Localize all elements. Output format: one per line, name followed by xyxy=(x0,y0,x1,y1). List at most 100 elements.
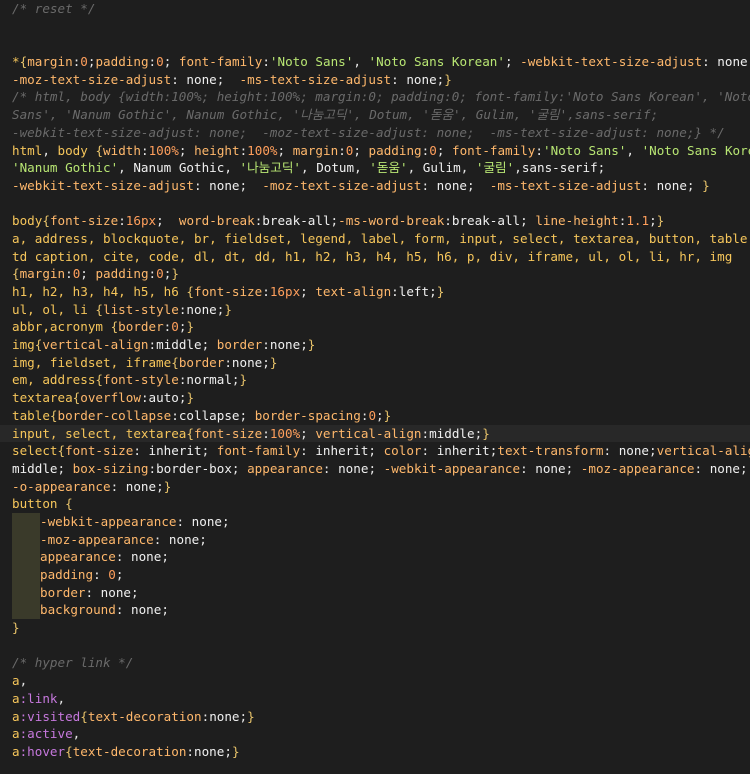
code-line[interactable]: abbr,acronym {border:0;} xyxy=(12,318,750,336)
code-token: ; xyxy=(520,213,536,229)
code-line[interactable]: button { xyxy=(12,495,750,513)
code-token: : xyxy=(148,337,157,353)
code-line[interactable]: select{font-size: inherit; font-family: … xyxy=(12,442,750,460)
code-line[interactable]: ul, ol, li {list-style:none;} xyxy=(12,301,750,319)
code-line[interactable]: td caption, cite, code, dl, dt, dd, h1, … xyxy=(12,248,750,266)
code-token: 100% xyxy=(247,142,278,158)
code-token: body xyxy=(57,142,88,158)
code-token: , xyxy=(460,160,476,176)
code-token: inherit xyxy=(436,443,490,459)
code-line[interactable]: -webkit-text-size-adjust: none; -moz-tex… xyxy=(12,124,750,142)
code-token: ; xyxy=(161,549,169,565)
code-token: ; xyxy=(178,142,195,158)
code-token: ; xyxy=(239,407,255,423)
code-token: '굴림' xyxy=(475,160,515,176)
code-token: padding xyxy=(40,567,94,582)
code-line[interactable]: -moz-appearance: none; xyxy=(12,530,750,549)
code-token: font-family xyxy=(216,443,301,459)
code-line[interactable]: 'Nanum Gothic', Nanum Gothic, '나눔고딕', Do… xyxy=(12,159,750,177)
code-token: overflow xyxy=(80,390,141,406)
code-token: { xyxy=(95,301,103,317)
code-token: break-all xyxy=(262,213,331,229)
code-line[interactable]: {margin:0; padding:0;} xyxy=(12,265,750,283)
code-token: appearance xyxy=(247,460,323,476)
code-line[interactable]: body{font-size:16px; word-break:break-al… xyxy=(12,212,750,230)
code-line[interactable]: padding: 0; xyxy=(12,566,750,584)
code-line[interactable]: /* hyper link */ xyxy=(12,654,750,672)
code-line[interactable]: a:visited{text-decoration:none;} xyxy=(12,708,750,726)
code-line[interactable]: background: none; xyxy=(12,601,750,620)
code-token: ; xyxy=(216,71,240,87)
code-token: } xyxy=(186,319,195,335)
code-token: ; xyxy=(163,54,179,70)
code-token: margin xyxy=(292,142,339,158)
code-token: none xyxy=(535,460,566,476)
code-line[interactable]: img{vertical-align:middle; border:none;} xyxy=(12,336,750,354)
code-line[interactable]: a, address, blockquote, br, fieldset, le… xyxy=(12,230,750,248)
code-line[interactable]: -o-appearance: none;} xyxy=(12,478,750,496)
code-line[interactable] xyxy=(12,35,750,53)
code-line[interactable]: appearance: none; xyxy=(12,548,750,566)
code-token: table xyxy=(12,407,50,423)
code-token: background xyxy=(40,602,116,618)
code-token: ; xyxy=(115,567,124,582)
code-line[interactable]: a:link, xyxy=(12,690,750,708)
code-token: ; xyxy=(277,142,293,158)
code-token: padding xyxy=(95,266,149,282)
code-line[interactable]: table{border-collapse:collapse; border-s… xyxy=(12,407,750,425)
code-token: : xyxy=(641,177,657,193)
code-token: ; xyxy=(504,54,521,70)
code-token: vertical-align xyxy=(656,443,750,459)
code-line[interactable] xyxy=(12,18,750,36)
code-token: ; xyxy=(565,460,581,476)
code-line[interactable]: -moz-text-size-adjust: none; -ms-text-si… xyxy=(12,71,750,89)
code-line[interactable]: em, address{font-style:normal;} xyxy=(12,371,750,389)
code-line[interactable]: /* html, body {width:100%; height:100%; … xyxy=(12,88,750,106)
code-line[interactable]: img, fieldset, iframe{border:none;} xyxy=(12,354,750,372)
code-token: middle xyxy=(12,460,58,476)
code-line[interactable]: h1, h2, h3, h4, h5, h6 {font-size:16px; … xyxy=(12,283,750,301)
code-token: abbr,acronym xyxy=(12,319,111,335)
code-token: text-decoration xyxy=(72,743,187,759)
code-line[interactable]: input, select, textarea{font-size:100%; … xyxy=(0,424,750,443)
code-token: normal xyxy=(186,372,232,388)
code-line[interactable]: html, body {width:100%; height:100%; mar… xyxy=(12,142,750,160)
code-line[interactable]: Sans', 'Nanum Gothic', Nanum Gothic, '나눔… xyxy=(12,106,750,124)
code-token: border xyxy=(40,584,86,600)
indent-guide xyxy=(12,601,40,620)
code-line[interactable]: textarea{overflow:auto;} xyxy=(12,389,750,407)
code-token: } xyxy=(702,177,710,193)
code-token: none xyxy=(194,743,225,759)
code-line[interactable]: /* reset */ xyxy=(12,0,750,18)
code-line[interactable] xyxy=(12,195,750,213)
code-editor[interactable]: /* reset */ *{margin:0;padding:0; font-fa… xyxy=(0,0,750,774)
code-token: font-size xyxy=(65,443,134,459)
code-token: ; xyxy=(686,177,703,193)
code-token: { xyxy=(12,266,20,282)
code-token: { xyxy=(95,372,103,388)
code-token: ; xyxy=(131,584,139,600)
code-token: -moz-text-size-adjust xyxy=(12,71,172,87)
code-line[interactable]: } xyxy=(12,619,750,637)
code-token: font-size xyxy=(193,284,263,299)
code-token: -ms-text-size-adjust xyxy=(489,177,642,193)
code-line[interactable] xyxy=(12,637,750,655)
code-token: /* html, body {width:100%; height:100%; … xyxy=(12,89,750,105)
code-token: ; xyxy=(649,443,657,459)
code-token: } xyxy=(383,407,392,423)
code-token: none xyxy=(186,71,217,87)
code-token: : xyxy=(133,443,149,459)
code-token: : xyxy=(148,460,157,476)
code-token: ; xyxy=(376,407,384,423)
code-line[interactable]: border: none; xyxy=(12,583,750,602)
code-token: , xyxy=(57,690,66,706)
code-line[interactable]: a:hover{text-decoration:none;} xyxy=(12,743,750,761)
code-token: td caption, cite, code, dl, dt, dd, h1, … xyxy=(12,248,733,264)
code-line[interactable]: *{margin:0;padding:0; font-family:'Noto … xyxy=(12,53,750,71)
code-line[interactable]: -webkit-text-size-adjust: none; -moz-tex… xyxy=(12,177,750,195)
code-line[interactable]: -webkit-appearance: none; xyxy=(12,512,750,531)
code-token: : xyxy=(262,284,270,299)
code-line[interactable]: a, xyxy=(12,672,750,690)
code-line[interactable]: middle; box-sizing:border-box; appearanc… xyxy=(12,460,750,478)
code-line[interactable]: a:active, xyxy=(12,725,750,743)
